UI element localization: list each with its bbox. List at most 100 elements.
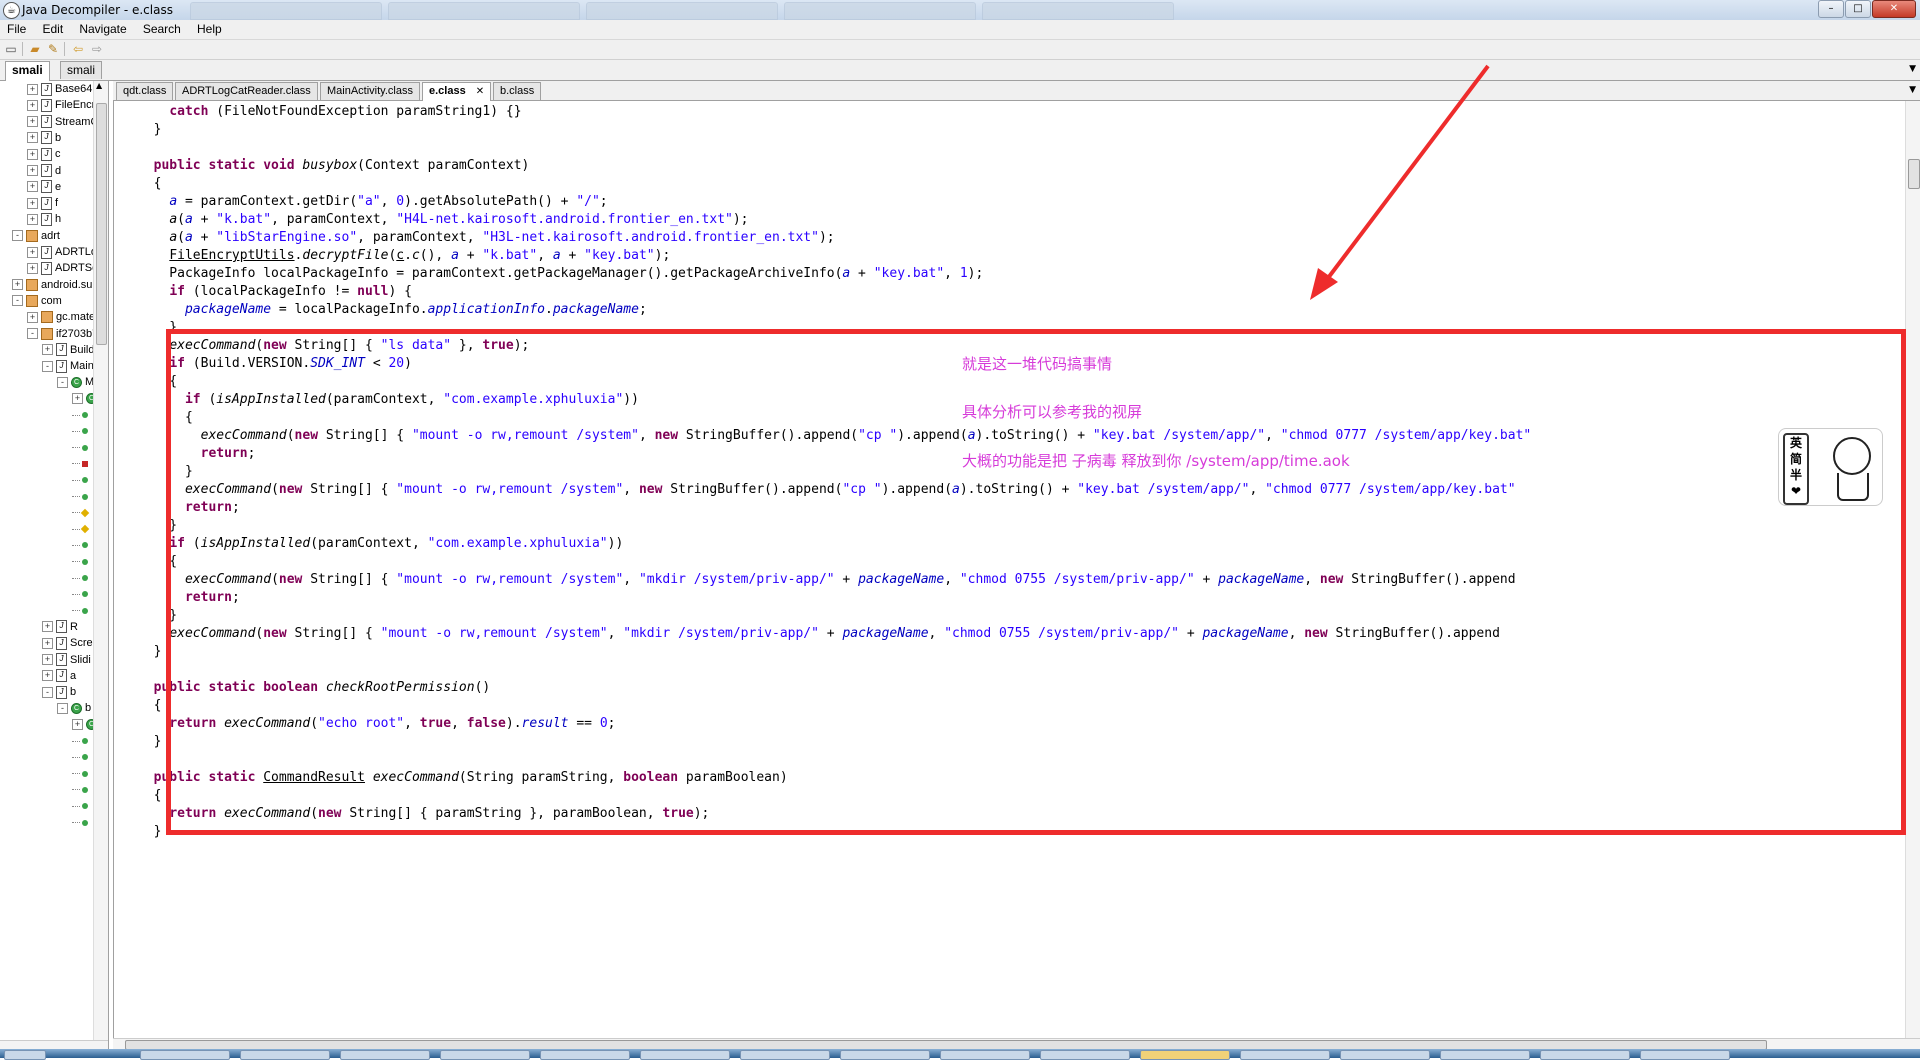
tree-item[interactable]: [72, 766, 88, 782]
collapse-icon[interactable]: -: [12, 230, 23, 242]
tree-item[interactable]: [72, 472, 88, 488]
expand-icon[interactable]: +: [42, 637, 53, 649]
tree-item[interactable]: [72, 440, 88, 456]
taskbar-item[interactable]: [940, 1050, 1030, 1060]
expand-icon[interactable]: +: [72, 719, 83, 731]
taskbar-item[interactable]: [840, 1050, 930, 1060]
editor-tab[interactable]: MainActivity.class: [320, 82, 420, 100]
editor-tab[interactable]: e.class ✕: [422, 82, 492, 102]
expand-icon[interactable]: +: [27, 148, 38, 160]
taskbar-item[interactable]: [240, 1050, 330, 1060]
tree-item[interactable]: - J Main: [42, 358, 94, 374]
tree-item[interactable]: [72, 489, 88, 505]
expand-icon[interactable]: +: [42, 621, 53, 633]
expand-icon[interactable]: +: [27, 99, 38, 111]
expand-icon[interactable]: +: [42, 670, 53, 682]
taskbar-item[interactable]: [640, 1050, 730, 1060]
tree-item[interactable]: [72, 505, 90, 521]
tree-item[interactable]: + J StreamC: [27, 114, 98, 130]
forward-arrow-icon[interactable]: ⇨: [89, 42, 105, 56]
tab-smali-active[interactable]: smali: [5, 61, 50, 81]
taskbar-item[interactable]: [1340, 1050, 1430, 1060]
tree-item[interactable]: + J FileEncr: [27, 97, 95, 113]
expand-icon[interactable]: +: [27, 165, 38, 177]
open-folder-icon[interactable]: ▰: [27, 42, 43, 56]
tree-item[interactable]: + Jh: [27, 211, 61, 227]
collapse-icon[interactable]: -: [57, 702, 68, 714]
tree-item[interactable]: + Jc: [27, 146, 61, 162]
minimize-icon[interactable]: –: [1818, 0, 1844, 18]
tree-item[interactable]: + android.sup: [12, 277, 99, 293]
tree-item[interactable]: + J Slidi: [42, 652, 91, 668]
tree-item[interactable]: [72, 407, 88, 423]
tree-item[interactable]: -Cb: [57, 700, 91, 716]
expand-icon[interactable]: +: [27, 116, 38, 128]
collapse-icon[interactable]: -: [27, 328, 38, 340]
taskbar-item[interactable]: [440, 1050, 530, 1060]
tree-item[interactable]: - if2703b7: [27, 326, 98, 342]
open-file-icon[interactable]: ▭: [3, 42, 19, 56]
collapse-icon[interactable]: -: [12, 295, 23, 307]
menu-edit[interactable]: Edit: [35, 20, 68, 36]
taskbar-item[interactable]: [740, 1050, 830, 1060]
editor-tab[interactable]: qdt.class: [116, 82, 174, 100]
tree-item[interactable]: + Jd: [27, 163, 61, 179]
editor-tab[interactable]: ADRTLogCatReader.class: [175, 82, 318, 100]
editor-vertical-scrollbar[interactable]: [1905, 101, 1920, 1038]
editor-tab-dropdown-icon[interactable]: ▼: [1909, 85, 1916, 95]
tree-item[interactable]: -Jb: [42, 684, 76, 700]
tree-item[interactable]: + J R: [42, 619, 78, 635]
taskbar-item[interactable]: [1640, 1050, 1730, 1060]
tree-item[interactable]: [72, 521, 90, 537]
tree-item[interactable]: + J Scre: [42, 635, 93, 651]
tree-item[interactable]: + Jb: [27, 130, 61, 146]
maximize-icon[interactable]: □: [1845, 0, 1871, 18]
scroll-thumb[interactable]: [96, 103, 107, 345]
editor-scroll-thumb[interactable]: [1908, 159, 1920, 189]
tree-item[interactable]: -CM: [57, 374, 94, 390]
tab-dropdown-icon[interactable]: ▼: [1909, 64, 1916, 74]
tab-smali[interactable]: smali: [60, 61, 103, 79]
tree-item[interactable]: [72, 570, 88, 586]
tree-item[interactable]: + gc.mate: [27, 309, 95, 325]
expand-icon[interactable]: +: [27, 246, 38, 258]
expand-icon[interactable]: +: [42, 344, 53, 356]
tree-scrollbar[interactable]: ▲ ▼: [93, 81, 108, 1049]
taskbar-item[interactable]: [340, 1050, 430, 1060]
taskbar-item[interactable]: [1440, 1050, 1530, 1060]
tree-item[interactable]: + Ja: [42, 668, 76, 684]
tab-close-icon[interactable]: ✕: [476, 86, 484, 97]
tree-item[interactable]: [72, 603, 88, 619]
tree-item[interactable]: [72, 798, 88, 814]
menu-file[interactable]: File: [0, 20, 31, 36]
tree-item[interactable]: [72, 782, 88, 798]
expand-icon[interactable]: +: [27, 262, 38, 274]
editor-tab[interactable]: b.class: [493, 82, 542, 100]
start-button[interactable]: [4, 1050, 46, 1060]
close-icon[interactable]: ✕: [1872, 0, 1916, 18]
tree-item[interactable]: + Je: [27, 179, 61, 195]
tree-item[interactable]: - adrt: [12, 228, 60, 244]
tree-item[interactable]: [72, 456, 88, 472]
tree-item[interactable]: [72, 586, 88, 602]
expand-icon[interactable]: +: [72, 393, 83, 405]
taskbar-item[interactable]: [540, 1050, 630, 1060]
tree-item[interactable]: + J Build: [42, 342, 94, 358]
tree-item[interactable]: + J ADRTLo: [27, 244, 97, 260]
tree-item[interactable]: [72, 537, 88, 553]
collapse-icon[interactable]: -: [42, 686, 53, 698]
collapse-icon[interactable]: -: [57, 376, 68, 388]
back-arrow-icon[interactable]: ⇦: [70, 42, 86, 56]
taskbar-item[interactable]: [1540, 1050, 1630, 1060]
tree-item[interactable]: [72, 554, 88, 570]
expand-icon[interactable]: +: [27, 197, 38, 209]
expand-icon[interactable]: +: [27, 311, 38, 323]
expand-icon[interactable]: +: [27, 181, 38, 193]
taskbar-item[interactable]: [1040, 1050, 1130, 1060]
tree-item[interactable]: [72, 749, 88, 765]
tree-item[interactable]: [72, 733, 88, 749]
expand-icon[interactable]: +: [12, 279, 23, 291]
menu-help[interactable]: Help: [190, 20, 227, 36]
expand-icon[interactable]: +: [42, 654, 53, 666]
settings-icon[interactable]: ✎: [45, 42, 61, 56]
